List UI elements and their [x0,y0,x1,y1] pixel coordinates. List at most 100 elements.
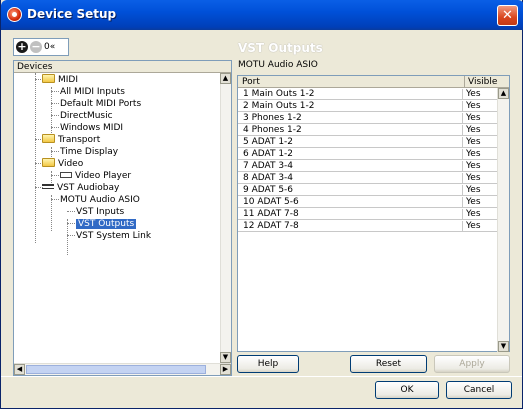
port-name: 11 ADAT 7-8 [243,209,299,219]
devices-horizontal-scrollbar[interactable]: ◀ ▶ [14,363,231,375]
visible-cell[interactable]: Yes [462,221,497,232]
port-table-header: Port Visible [238,76,509,88]
cancel-button[interactable]: Cancel [446,381,512,399]
scroll-right-icon[interactable]: ▶ [220,364,231,375]
ok-button[interactable]: OK [375,381,439,399]
table-row[interactable]: 5 ADAT 1-2 Yes [238,137,497,148]
table-row[interactable]: 12 ADAT 7-8 Yes [238,221,497,232]
scroll-down-icon[interactable]: ▼ [220,352,231,363]
devices-tree: MIDI All MIDI Inputs Default MIDI Ports … [14,73,220,363]
tree-line [51,91,59,92]
scroll-left-icon[interactable]: ◀ [14,364,25,375]
port-name: 8 ADAT 3-4 [243,173,294,183]
scroll-up-icon[interactable]: ▲ [498,88,509,99]
visible-cell[interactable]: Yes [462,125,497,136]
close-button[interactable]: ✕ [497,5,518,26]
devices-header: Devices [14,61,231,73]
footer-divider [1,376,522,377]
visible-cell[interactable]: Yes [462,197,497,208]
tree-item-vst-outputs[interactable]: VST Outputs [76,218,137,230]
tree-item-time-display[interactable]: Time Display [60,146,118,158]
device-setup-window: Device Setup ✕ + − 0« Devices MIDI All M… [0,0,523,409]
tree-line [67,223,75,224]
visible-cell[interactable]: Yes [462,101,497,112]
port-name: 12 ADAT 7-8 [243,221,299,231]
port-name: 2 Main Outs 1-2 [243,101,315,111]
scroll-down-icon[interactable]: ▼ [498,341,509,352]
help-button[interactable]: Help [237,355,299,373]
app-icon [7,7,22,22]
tree-line [51,87,52,139]
table-row[interactable]: 6 ADAT 1-2 Yes [238,149,497,160]
table-row[interactable]: 4 Phones 1-2 Yes [238,125,497,136]
column-header-port[interactable]: Port [242,76,260,88]
tree-line [67,235,75,236]
section-title: VST Outputs [238,41,323,55]
tree-line [51,175,59,176]
title-bar[interactable]: Device Setup ✕ [1,0,523,30]
tree-line [35,73,36,243]
tree-line [51,151,59,152]
port-name: 7 ADAT 3-4 [243,161,294,171]
tree-item-midi[interactable]: MIDI [42,74,78,86]
folder-icon [42,158,55,167]
visible-cell[interactable]: Yes [462,137,497,148]
table-row[interactable]: 3 Phones 1-2 Yes [238,113,497,124]
driver-name: MOTU Audio ASIO [238,60,318,70]
visible-cell[interactable]: Yes [462,161,497,172]
apply-button[interactable]: Apply [434,355,510,373]
port-name: 9 ADAT 5-6 [243,185,294,195]
visible-cell[interactable]: Yes [462,173,497,184]
tree-item-directmusic[interactable]: DirectMusic [60,110,113,122]
tree-line [67,211,75,212]
device-toolbar: + − 0« [13,38,69,56]
tree-line [51,195,52,231]
table-row[interactable]: 2 Main Outs 1-2 Yes [238,101,497,112]
reset-button[interactable]: Reset [350,355,427,373]
table-row[interactable]: 10 ADAT 5-6 Yes [238,197,497,208]
scroll-up-icon[interactable]: ▲ [220,73,231,84]
tree-item-default-midi-ports[interactable]: Default MIDI Ports [60,98,141,110]
folder-icon [42,134,55,143]
port-name: 4 Phones 1-2 [243,125,302,135]
port-table: Port Visible 1 Main Outs 1-2 Yes 2 Main Ou… [237,75,510,352]
reset-device-button[interactable]: 0« [44,41,66,53]
tree-item-video[interactable]: Video [42,158,83,170]
table-row[interactable]: 7 ADAT 3-4 Yes [238,161,497,172]
port-vertical-scrollbar[interactable]: ▲ ▼ [497,88,509,352]
scroll-thumb[interactable] [26,365,206,374]
folder-icon [42,74,55,83]
column-header-visible[interactable]: Visible [464,76,509,88]
visible-cell[interactable]: Yes [462,113,497,124]
add-device-icon[interactable]: + [16,41,28,53]
tree-item-motu-audio-asio[interactable]: MOTU Audio ASIO [60,194,140,206]
tree-item-video-player[interactable]: Video Player [60,170,131,182]
tree-item-all-midi-inputs[interactable]: All MIDI Inputs [60,86,125,98]
window-title: Device Setup [27,7,117,21]
tree-item-vst-audiobay[interactable]: VST Audiobay [42,182,119,194]
visible-cell[interactable]: Yes [462,209,497,220]
devices-panel: Devices MIDI All MIDI Inputs Default MID… [13,60,232,376]
tree-line [67,219,68,255]
video-player-icon [60,172,72,178]
table-row[interactable]: 1 Main Outs 1-2 Yes [238,89,497,100]
devices-vertical-scrollbar[interactable]: ▲ ▼ [220,73,231,363]
tree-item-vst-system-link[interactable]: VST System Link [76,230,151,242]
tree-line [51,115,59,116]
tree-item-transport[interactable]: Transport [42,134,100,146]
remove-device-icon[interactable]: − [30,41,42,53]
tree-item-windows-midi[interactable]: Windows MIDI [60,122,123,134]
visible-cell[interactable]: Yes [462,149,497,160]
table-row[interactable]: 9 ADAT 5-6 Yes [238,185,497,196]
port-name: 6 ADAT 1-2 [243,149,294,159]
port-name: 3 Phones 1-2 [243,113,302,123]
audiobay-icon [42,184,54,189]
visible-cell[interactable]: Yes [462,185,497,196]
tree-line [51,199,59,200]
table-row[interactable]: 11 ADAT 7-8 Yes [238,209,497,220]
visible-cell[interactable]: Yes [462,89,497,100]
tree-line [51,127,59,128]
table-row[interactable]: 8 ADAT 3-4 Yes [238,173,497,184]
tree-item-vst-inputs[interactable]: VST Inputs [76,206,124,218]
port-name: 1 Main Outs 1-2 [243,89,315,99]
